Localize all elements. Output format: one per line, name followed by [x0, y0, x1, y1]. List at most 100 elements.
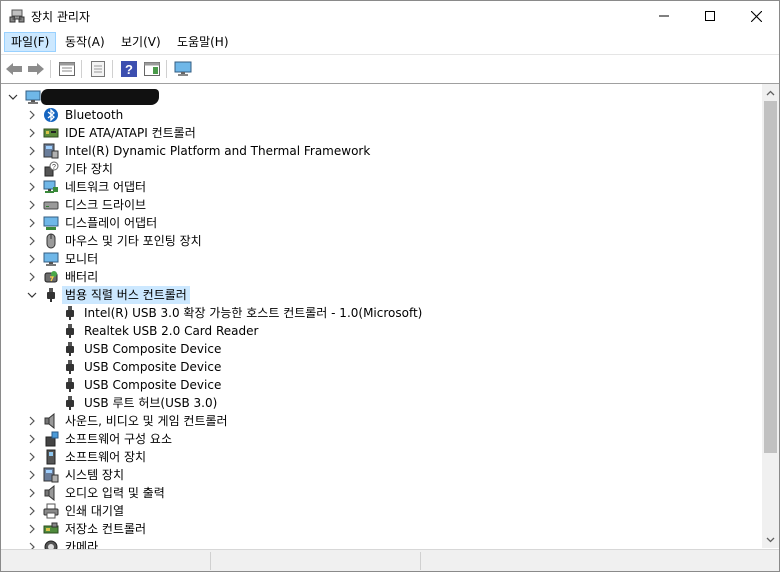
chevron-right-icon[interactable]	[27, 160, 37, 178]
tree-root[interactable]	[1, 88, 761, 106]
tree-device-row[interactable]: USB Composite Device	[1, 340, 761, 358]
category-label: 저장소 컨트롤러	[65, 522, 147, 536]
tree-device-row[interactable]: USB 루트 허브(USB 3.0)	[1, 394, 761, 412]
menu-file[interactable]: 파일(F)	[4, 32, 57, 52]
tree-category-row[interactable]: 사운드, 비디오 및 게임 컨트롤러	[1, 412, 761, 430]
chevron-right-icon[interactable]	[27, 466, 37, 484]
help-icon[interactable]: ?	[119, 59, 139, 79]
tree-category-row[interactable]: 범용 직렬 버스 컨트롤러	[1, 286, 761, 304]
vertical-scrollbar[interactable]	[762, 84, 779, 548]
tree-category-row[interactable]: 모니터	[1, 250, 761, 268]
minimize-button[interactable]	[641, 1, 687, 31]
menu-action[interactable]: 동작(A)	[59, 32, 111, 52]
chevron-right-icon[interactable]	[27, 250, 37, 268]
action-pane-icon[interactable]	[142, 59, 162, 79]
tree-category-row[interactable]: 디스플레이 어댑터	[1, 214, 761, 232]
usb-icon	[62, 377, 78, 393]
chevron-right-icon[interactable]	[27, 232, 37, 250]
chevron-right-icon[interactable]	[27, 124, 37, 142]
chevron-right-icon[interactable]	[27, 412, 37, 430]
device-label: USB Composite Device	[84, 342, 222, 356]
monitor-icon	[43, 251, 59, 267]
chevron-right-icon[interactable]	[27, 268, 37, 286]
category-label: 소프트웨어 장치	[65, 450, 147, 464]
tree-category-row[interactable]: 시스템 장치	[1, 466, 761, 484]
monitor-scan-icon[interactable]	[173, 59, 193, 79]
chevron-down-icon[interactable]	[8, 88, 18, 106]
tree-category-row[interactable]: IDE ATA/ATAPI 컨트롤러	[1, 124, 761, 142]
chevron-down-icon[interactable]	[27, 286, 37, 304]
system-device-icon	[43, 143, 59, 159]
tree-category-row[interactable]: 카메라	[1, 538, 761, 549]
chevron-right-icon[interactable]	[27, 430, 37, 448]
menu-view[interactable]: 보기(V)	[115, 32, 167, 52]
tree-category-row[interactable]: 오디오 입력 및 출력	[1, 484, 761, 502]
toolbar-separator	[50, 60, 51, 78]
category-label: 오디오 입력 및 출력	[65, 486, 165, 500]
category-label: 시스템 장치	[65, 468, 125, 482]
device-tree-view[interactable]: Bluetooth IDE ATA/ATAPI 컨트롤러 Intel(R) Dyna…	[1, 83, 779, 549]
chevron-right-icon[interactable]	[27, 448, 37, 466]
window-title: 장치 관리자	[31, 10, 91, 24]
category-label: 디스플레이 어댑터	[65, 216, 158, 230]
device-manager-app-icon	[9, 8, 25, 24]
device-label: Intel(R) USB 3.0 확장 가능한 호스트 컨트롤러 - 1.0(M…	[84, 306, 423, 320]
menu-help[interactable]: 도움말(H)	[171, 32, 235, 52]
tree-category-row[interactable]: 네트워크 어댑터	[1, 178, 761, 196]
disk-drive-icon	[43, 197, 59, 213]
chevron-right-icon[interactable]	[27, 214, 37, 232]
back-arrow-icon[interactable]	[4, 59, 24, 79]
chevron-right-icon[interactable]	[27, 178, 37, 196]
tree-device-row[interactable]: Intel(R) USB 3.0 확장 가능한 호스트 컨트롤러 - 1.0(M…	[1, 304, 761, 322]
category-label: Intel(R) Dynamic Platform and Thermal Fr…	[65, 144, 371, 158]
show-hidden-icon[interactable]	[88, 59, 108, 79]
forward-arrow-icon[interactable]	[26, 59, 46, 79]
category-label: 카메라	[65, 540, 99, 549]
maximize-button[interactable]	[687, 1, 733, 31]
category-label: 모니터	[65, 252, 99, 266]
device-label: Realtek USB 2.0 Card Reader	[84, 324, 259, 338]
scrollbar-thumb[interactable]	[764, 101, 777, 453]
tree-device-row[interactable]: USB Composite Device	[1, 358, 761, 376]
tree-category-row[interactable]: Intel(R) Dynamic Platform and Thermal Fr…	[1, 142, 761, 160]
tree-category-row[interactable]: ? 기타 장치	[1, 160, 761, 178]
properties-view-icon[interactable]	[57, 59, 77, 79]
chevron-right-icon[interactable]	[27, 196, 37, 214]
tree-category-row[interactable]: 인쇄 대기열	[1, 502, 761, 520]
usb-icon	[62, 359, 78, 375]
tree-category-row[interactable]: Bluetooth	[1, 106, 761, 124]
tree-category-row[interactable]: 디스크 드라이브	[1, 196, 761, 214]
status-pane	[211, 552, 421, 570]
network-adapter-icon	[43, 179, 59, 195]
tree-category-row[interactable]: 소프트웨어 장치	[1, 448, 761, 466]
scroll-down-arrow-icon[interactable]	[762, 531, 779, 548]
usb-icon	[62, 395, 78, 411]
tree-device-row[interactable]: Realtek USB 2.0 Card Reader	[1, 322, 761, 340]
tree-category-row[interactable]: 저장소 컨트롤러	[1, 520, 761, 538]
tree-category-row[interactable]: 배터리	[1, 268, 761, 286]
category-label: 기타 장치	[65, 162, 113, 176]
tree-device-row[interactable]: USB Composite Device	[1, 376, 761, 394]
tree-category-row[interactable]: 마우스 및 기타 포인팅 장치	[1, 232, 761, 250]
chevron-right-icon[interactable]	[27, 502, 37, 520]
tree-category-row[interactable]: 소프트웨어 구성 요소	[1, 430, 761, 448]
toolbar-separator	[81, 60, 82, 78]
title-bar[interactable]: 장치 관리자	[1, 1, 779, 31]
category-label: 인쇄 대기열	[65, 504, 125, 518]
ide-controller-icon	[43, 125, 59, 141]
category-label: 사운드, 비디오 및 게임 컨트롤러	[65, 414, 228, 428]
chevron-right-icon[interactable]	[27, 538, 37, 549]
category-label: Bluetooth	[65, 108, 124, 122]
camera-icon	[43, 539, 59, 549]
close-button[interactable]	[733, 1, 779, 31]
chevron-right-icon[interactable]	[27, 142, 37, 160]
redaction-mark	[41, 89, 159, 105]
device-manager-window: 장치 관리자 파일(F) 동작(A) 보기(V) 도움말(H) ? Blueto…	[0, 0, 780, 572]
chevron-right-icon[interactable]	[27, 520, 37, 538]
device-label: USB Composite Device	[84, 378, 222, 392]
scroll-up-arrow-icon[interactable]	[762, 84, 779, 101]
chevron-right-icon[interactable]	[27, 484, 37, 502]
chevron-right-icon[interactable]	[27, 106, 37, 124]
bluetooth-icon	[43, 107, 59, 123]
toolbar: ?	[1, 54, 779, 82]
